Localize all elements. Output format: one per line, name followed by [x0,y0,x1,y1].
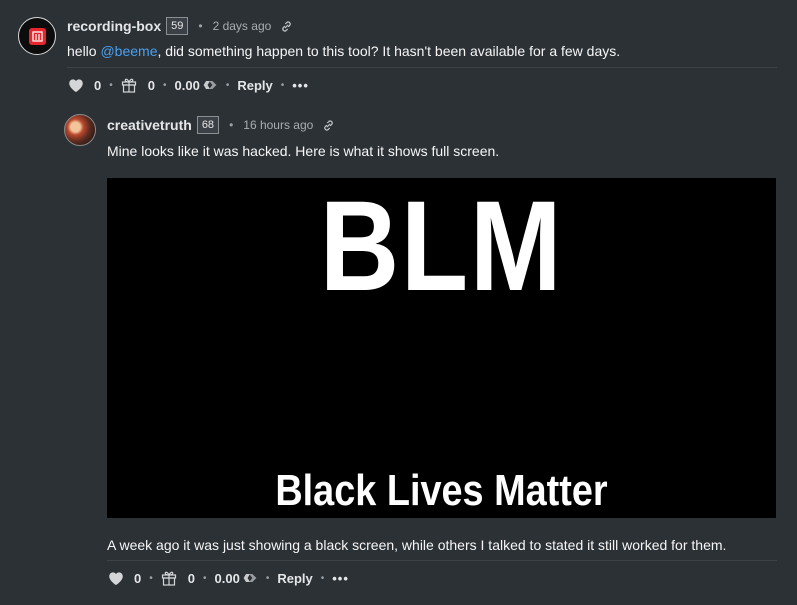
comment-header: creativetruth 68 • 16 hours ago [107,115,335,135]
avatar[interactable] [18,17,56,55]
author-name[interactable]: creativetruth [107,117,192,133]
vote-count: 0 [94,77,102,93]
comment-body: Mine looks like it was hacked. Here is w… [107,143,500,159]
image-caption: Black Lives Matter [275,466,608,515]
separator-dot: • [109,79,113,91]
comment-actions: 0 • 0 • 0.00 • Reply • ••• [107,568,349,588]
hive-icon [243,574,257,582]
separator-dot: • [320,572,325,584]
comment-actions: 0 • 0 • 0.00 • Reply • ••• [67,75,309,95]
body-text: , did something happen to this tool? It … [157,43,621,59]
separator-dot: • [229,118,234,132]
separator-dot: • [202,572,207,584]
gift-count: 0 [147,77,155,93]
link-icon[interactable] [280,20,293,33]
divider [67,67,777,68]
user-mention-link[interactable]: @beeme [100,43,157,59]
comment-body: hello @beeme, did something happen to th… [67,43,620,59]
author-name[interactable]: recording-box [67,18,161,34]
separator-dot: • [280,79,285,91]
link-icon[interactable] [322,119,335,132]
more-options-button[interactable]: ••• [332,571,349,586]
reputation-badge: 59 [166,17,189,35]
separator-dot: • [149,572,153,584]
comment-body: A week ago it was just showing a black s… [107,537,727,553]
separator-dot: • [265,572,270,584]
gift-count: 0 [187,570,195,586]
vote-count: 0 [134,570,142,586]
hive-icon [203,81,217,89]
reply-button[interactable]: Reply [237,78,272,93]
separator-dot: • [162,79,167,91]
reputation-badge: 68 [196,116,220,134]
embedded-image[interactable]: BLM Black Lives Matter [107,178,776,518]
body-text: hello [67,43,101,59]
recording-box-logo-icon [28,27,46,45]
comment-header: recording-box 59 • 2 days ago [67,16,293,36]
avatar[interactable] [64,114,96,146]
payout-value[interactable]: 0.00 [175,78,200,93]
separator-dot: • [198,19,203,33]
heart-icon[interactable] [67,77,85,93]
payout-value[interactable]: 0.00 [215,571,240,586]
gift-icon[interactable] [121,77,137,93]
image-headline: BLM [319,178,564,318]
more-options-button[interactable]: ••• [292,78,309,93]
gift-icon[interactable] [161,570,177,586]
reply-button[interactable]: Reply [277,571,312,586]
separator-dot: • [225,79,230,91]
timestamp[interactable]: 2 days ago [213,19,272,33]
heart-icon[interactable] [107,570,125,586]
divider [107,560,777,561]
timestamp[interactable]: 16 hours ago [243,118,313,132]
